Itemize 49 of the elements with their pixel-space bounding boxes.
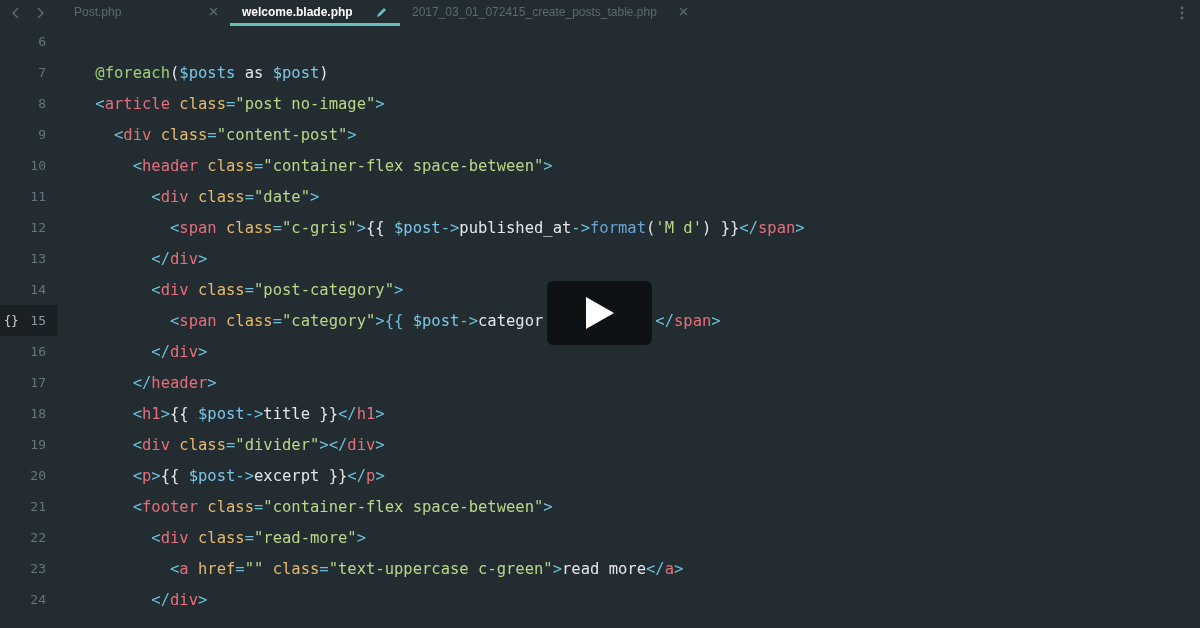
code-line: </div>	[150, 589, 208, 610]
code-line: </div>	[150, 248, 208, 269]
play-button[interactable]	[547, 281, 652, 345]
line-number: 13	[30, 249, 46, 268]
bracket-marker: {}	[4, 312, 19, 330]
code-line: <div class="content-post">	[113, 124, 357, 145]
code-line: @foreach($posts as $post)	[94, 62, 329, 83]
code-line: <span class="c-gris">{{ $post->published_at->format('M d') }}</span>	[168, 217, 805, 238]
code-line: <p>{{ $post->excerpt }}</p>	[131, 465, 385, 486]
code-line: <span class="category">{{ $post->categor	[168, 310, 544, 331]
play-icon	[585, 297, 614, 329]
line-number: 16	[30, 342, 46, 361]
back-icon[interactable]	[12, 7, 20, 19]
close-icon[interactable]	[209, 7, 218, 16]
line-number: 10	[30, 156, 46, 175]
line-number: 14	[30, 280, 46, 299]
line-number: 18	[30, 404, 46, 423]
code-line: </header>	[131, 372, 217, 393]
line-number: 17	[30, 373, 46, 392]
line-number: 6	[38, 32, 46, 51]
code-line: </span>	[655, 310, 721, 331]
editor-tab[interactable]: welcome.blade.php	[230, 0, 400, 26]
line-number: 21	[30, 497, 46, 516]
code-line: <div class="post-category">	[150, 279, 404, 300]
line-number: 24	[30, 590, 46, 609]
line-number: 20	[30, 466, 46, 485]
more-options-icon[interactable]	[1180, 6, 1184, 20]
editor-tab[interactable]: 2017_03_01_072415_create_posts_table.php	[400, 0, 700, 26]
code-line: <div class="date">	[150, 186, 320, 207]
forward-icon[interactable]	[36, 7, 44, 19]
code-line: <div class="divider"></div>	[131, 434, 385, 455]
code-line: <header class="container-flex space-between">	[131, 155, 553, 176]
line-number: 15	[30, 311, 46, 330]
line-number: 12	[30, 218, 46, 237]
code-line: <footer class="container-flex space-between">	[131, 496, 553, 517]
line-number: 22	[30, 528, 46, 547]
line-number: 7	[38, 63, 46, 82]
code-line: <h1>{{ $post->title }}</h1>	[131, 403, 385, 424]
code-line: <article class="post no-image">	[94, 93, 385, 114]
close-icon[interactable]	[679, 7, 688, 16]
line-number: 23	[30, 559, 46, 578]
line-number: 11	[30, 187, 46, 206]
line-number: 8	[38, 94, 46, 113]
line-number: 19	[30, 435, 46, 454]
line-number: 9	[38, 125, 46, 144]
editor-tab[interactable]: Post.php	[62, 0, 230, 26]
code-line: <div class="read-more">	[150, 527, 366, 548]
code-line: </div>	[150, 341, 208, 362]
code-line: <a href="" class="text-uppercase c-green">read more</a>	[168, 558, 684, 579]
